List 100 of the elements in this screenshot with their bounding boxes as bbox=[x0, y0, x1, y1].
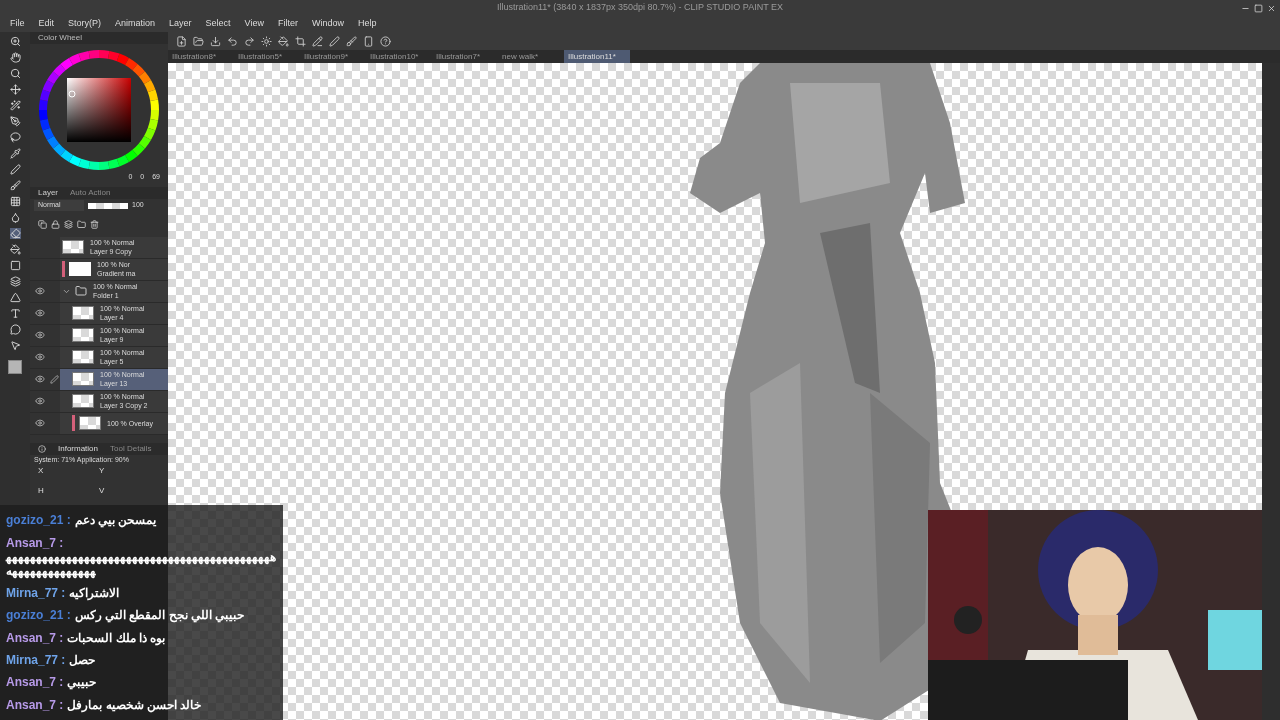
pipette-icon[interactable] bbox=[9, 148, 21, 159]
document-tab[interactable]: Illustration10* bbox=[366, 50, 432, 63]
chat-username: Mirna_77 : bbox=[6, 653, 66, 668]
pen-icon bbox=[50, 374, 59, 384]
clip-marker bbox=[62, 261, 65, 277]
chat-username: Ansan_7 : bbox=[6, 535, 64, 550]
layer-thumbnail bbox=[62, 240, 84, 254]
hand-icon[interactable] bbox=[9, 52, 21, 63]
layer-thumbnail bbox=[72, 394, 94, 408]
copy-icon[interactable] bbox=[38, 220, 47, 229]
layer-thumbnail bbox=[72, 350, 94, 364]
crop-icon[interactable] bbox=[295, 35, 306, 47]
document-tab[interactable]: Illustration9* bbox=[300, 50, 366, 63]
layer-thumbnail bbox=[72, 372, 94, 386]
download-icon[interactable] bbox=[210, 35, 221, 47]
new-file-icon[interactable] bbox=[176, 35, 187, 47]
menu-item[interactable]: File bbox=[10, 17, 25, 31]
panel-tab[interactable]: Layer bbox=[38, 186, 58, 199]
folder-icon[interactable] bbox=[77, 220, 86, 229]
folder-icon bbox=[75, 285, 87, 297]
clip-marker bbox=[72, 415, 75, 431]
menu-item[interactable]: Select bbox=[205, 17, 231, 31]
eye-icon[interactable] bbox=[35, 286, 45, 296]
chat-username: gozizo_21 : bbox=[6, 608, 71, 623]
brush-icon[interactable] bbox=[346, 35, 357, 47]
sun-icon[interactable] bbox=[261, 35, 272, 47]
wand-icon[interactable] bbox=[9, 100, 21, 111]
eye-icon[interactable] bbox=[35, 396, 45, 406]
lasso-icon[interactable] bbox=[9, 132, 21, 143]
layer-thumbnail bbox=[72, 306, 94, 320]
document-tab[interactable]: Illustration11* bbox=[564, 50, 630, 63]
bucket-icon[interactable] bbox=[9, 244, 21, 255]
chat-message: حبيبي bbox=[67, 675, 97, 690]
panel-tab[interactable]: Tool Details bbox=[110, 442, 152, 455]
menu-item[interactable]: Animation bbox=[115, 17, 156, 31]
pen-icon[interactable] bbox=[329, 35, 340, 47]
chat-message: الاشتراكيه bbox=[69, 585, 120, 600]
chat-message: يمسحن بيي دعم bbox=[74, 513, 157, 528]
info-label: X bbox=[38, 465, 45, 477]
zoom-icon[interactable] bbox=[9, 36, 21, 47]
color-swatch[interactable] bbox=[8, 360, 22, 374]
text-tool-icon[interactable] bbox=[9, 308, 21, 319]
menu-item[interactable]: Help bbox=[358, 17, 377, 31]
menu-item[interactable]: Layer bbox=[169, 17, 192, 31]
document-tab[interactable]: Illustration5* bbox=[234, 50, 300, 63]
document-tab[interactable]: Illustration8* bbox=[168, 50, 234, 63]
eraser-icon[interactable] bbox=[9, 228, 21, 239]
chat-message: هههههههههههههههههههههههههههههههههههههههههههههههههههههههههههه bbox=[6, 549, 277, 578]
gradient-thumbnail bbox=[69, 262, 91, 276]
eye-icon[interactable] bbox=[35, 308, 45, 318]
help-icon[interactable] bbox=[380, 35, 391, 47]
move-icon[interactable] bbox=[9, 84, 21, 95]
droplet-icon[interactable] bbox=[9, 212, 21, 223]
panel-tab[interactable]: Auto Action bbox=[70, 186, 111, 199]
menu-item[interactable]: Filter bbox=[277, 17, 298, 31]
menu-item[interactable]: Edit bbox=[38, 17, 55, 31]
lock-icon[interactable] bbox=[51, 220, 60, 229]
menu-item[interactable]: Story(P) bbox=[68, 17, 102, 31]
document-tab[interactable]: Illustration7* bbox=[432, 50, 498, 63]
eye-icon[interactable] bbox=[35, 418, 45, 428]
document-tab[interactable]: new walk* bbox=[498, 50, 564, 63]
triangle-icon[interactable] bbox=[9, 292, 21, 303]
chat-username: Ansan_7 : bbox=[6, 675, 64, 690]
info-icon bbox=[38, 444, 46, 453]
pencil-icon[interactable] bbox=[312, 35, 323, 47]
eye-icon[interactable] bbox=[35, 352, 45, 362]
balloon-icon[interactable] bbox=[9, 324, 21, 335]
square-icon[interactable] bbox=[9, 260, 21, 271]
info-label: Y bbox=[99, 465, 106, 477]
chat-username: Mirna_77 : bbox=[6, 585, 66, 600]
chat-message: حصل bbox=[69, 653, 96, 668]
opacity-slider[interactable] bbox=[88, 202, 128, 209]
window-title: Illustration11* (3840 x 1837px 350dpi 80.7%) - CLIP STUDIO PAINT EX bbox=[497, 1, 783, 15]
chat-username: gozizo_21 : bbox=[6, 513, 71, 528]
color-wheel[interactable] bbox=[37, 48, 161, 172]
open-folder-icon[interactable] bbox=[193, 35, 204, 47]
layer-thumbnail bbox=[72, 328, 94, 342]
menu-item[interactable]: View bbox=[244, 17, 264, 31]
chat-message: بوه ذا ملك السحبات bbox=[67, 630, 166, 645]
chat-username: Ansan_7 : bbox=[6, 630, 64, 645]
search-icon[interactable] bbox=[9, 68, 21, 79]
pointer-icon[interactable] bbox=[9, 340, 21, 351]
layers-icon[interactable] bbox=[9, 276, 21, 287]
undo-icon[interactable] bbox=[227, 35, 238, 47]
eye-icon[interactable] bbox=[35, 374, 45, 384]
redo-icon[interactable] bbox=[244, 35, 255, 47]
panel-tab[interactable]: Information bbox=[58, 442, 99, 455]
phone-icon[interactable] bbox=[363, 35, 374, 47]
pen-icon[interactable] bbox=[9, 164, 21, 175]
pen-nib-icon[interactable] bbox=[9, 116, 21, 127]
menu-item[interactable]: Window bbox=[311, 17, 344, 31]
eye-icon[interactable] bbox=[35, 330, 45, 340]
bucket-icon[interactable] bbox=[278, 35, 289, 47]
close-icon[interactable] bbox=[1267, 3, 1276, 13]
trash-icon[interactable] bbox=[90, 220, 99, 229]
maximize-icon[interactable] bbox=[1254, 3, 1263, 13]
info-label: V bbox=[99, 485, 106, 497]
brush-icon[interactable] bbox=[9, 180, 21, 191]
grid-icon[interactable] bbox=[9, 196, 21, 207]
layers-icon[interactable] bbox=[64, 220, 73, 229]
